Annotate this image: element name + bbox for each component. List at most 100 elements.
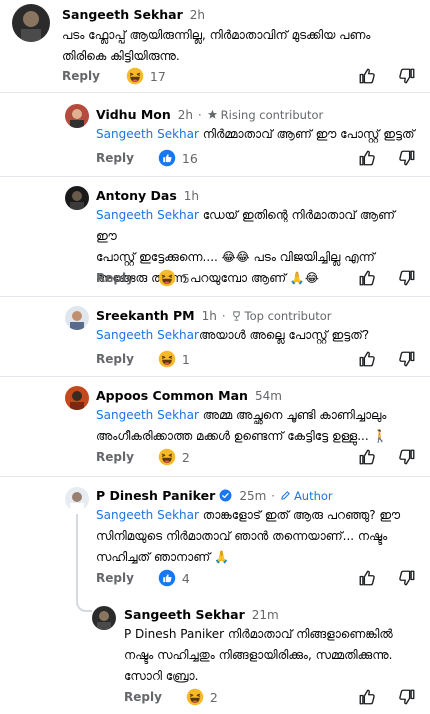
separator [0, 476, 430, 477]
avatar[interactable] [65, 386, 89, 410]
comment-author[interactable]: Sangeeth Sekhar [62, 7, 183, 22]
haha-emoji-icon [158, 448, 176, 466]
badge-label: Top contributor [244, 308, 332, 323]
avatar[interactable] [65, 306, 89, 330]
thumbs-down-outline-icon[interactable] [398, 688, 416, 706]
mention-link[interactable]: Sangeeth Sekhar [96, 508, 199, 522]
comment-author[interactable]: Sreekanth PM [96, 308, 195, 323]
reply-button[interactable]: Reply [96, 571, 134, 585]
reaction-summary[interactable]: 1 [158, 350, 190, 368]
reply-button[interactable]: Reply [62, 69, 100, 83]
avatar[interactable] [12, 4, 50, 42]
comment-time[interactable]: 54m [255, 389, 282, 403]
comment-time[interactable]: 2h [178, 108, 193, 122]
reaction-count: 16 [181, 150, 198, 166]
thumbs-down-outline-icon[interactable] [398, 569, 416, 587]
reaction-count: 2 [181, 449, 190, 465]
comment-text: പടം ഫ്ലോപ്പ് ആയിരുന്നില്ല, നിർമാതാവിന് മ… [62, 28, 371, 63]
badge-label: Rising contributor [220, 107, 324, 122]
comment-text: Sangeeth Sekhar അമ്മ അച്ഛനെ ചൂണ്ടി കാണിച… [96, 405, 416, 447]
reaction-summary[interactable]: 16 [158, 149, 198, 167]
mention-link[interactable]: Sangeeth Sekhar [96, 208, 199, 222]
thread-line [76, 514, 78, 600]
author-badge: · Author [271, 488, 333, 503]
mention-link[interactable]: Sangeeth Sekhar [96, 127, 199, 141]
reaction-count: 4 [181, 570, 190, 586]
thumbs-down-outline-icon[interactable] [398, 448, 416, 466]
reaction-summary[interactable]: 17 [126, 67, 166, 85]
separator [0, 376, 430, 377]
like-reaction-icon [158, 149, 176, 167]
reaction-count: 1 [181, 351, 190, 367]
separator [0, 296, 430, 297]
star-icon [207, 109, 217, 119]
comment-text: Sangeeth Sekharഅയാൾ അല്ലെ പോസ്റ്റ് ഇട്ടത… [96, 325, 416, 346]
avatar[interactable] [65, 104, 89, 128]
comment-text-line: അംഗീകരിക്കാത്ത മക്കൾ ഉണ്ടെന്ന് കേട്ടിട്ട… [96, 429, 388, 443]
reply-button[interactable]: Reply [96, 352, 134, 366]
haha-emoji-icon [126, 67, 144, 85]
comment-author[interactable]: Antony Das [96, 188, 177, 203]
thumbs-up-outline-icon[interactable] [358, 569, 376, 587]
badge-label: Author [293, 488, 333, 503]
trophy-icon [232, 310, 240, 321]
reaction-count: 17 [149, 68, 166, 84]
reaction-summary[interactable]: 4 [158, 569, 190, 587]
reaction-summary[interactable]: 5 [158, 269, 190, 287]
avatar[interactable] [65, 186, 89, 210]
comment-text-content: നിർമ്മാതാവ് ആണ് ഈ പോസ്റ്റ് ഇട്ടത് [198, 127, 415, 141]
comment-time[interactable]: 1h [202, 309, 217, 323]
comment-text-line: താങ്കളോട് ഇത് ആരു പറഞ്ഞു? ഈ [198, 508, 401, 522]
comment-text-line: സോറി ബ്രോ. [124, 669, 199, 683]
comment-time[interactable]: 1h [184, 189, 199, 203]
thumbs-down-outline-icon[interactable] [398, 67, 416, 85]
haha-emoji-icon [158, 269, 176, 287]
thumbs-up-outline-icon[interactable] [358, 448, 376, 466]
thumbs-up-outline-icon[interactable] [358, 688, 376, 706]
comment-text-line: അമ്മ അച്ഛനെ ചൂണ്ടി കാണിച്ചാലും [198, 408, 387, 422]
thumbs-down-outline-icon[interactable] [398, 149, 416, 167]
comment-author[interactable]: Sangeeth Sekhar [124, 607, 245, 622]
reply-button[interactable]: Reply [96, 271, 134, 285]
like-reaction-icon [158, 569, 176, 587]
pencil-icon [281, 491, 290, 500]
mention-link[interactable]: Sangeeth Sekhar [96, 328, 199, 342]
thumbs-up-outline-icon[interactable] [358, 269, 376, 287]
separator [0, 92, 430, 93]
reply-button[interactable]: Reply [96, 450, 134, 464]
comment-text-line: സഹിച്ചത് ഞാനാണ് 🙏 [96, 550, 230, 564]
avatar[interactable] [65, 487, 89, 511]
mention-link[interactable]: Sangeeth Sekhar [96, 408, 199, 422]
comment-author[interactable]: P Dinesh Paniker [96, 488, 215, 503]
haha-emoji-icon [158, 350, 176, 368]
reaction-summary[interactable]: 2 [186, 688, 218, 706]
thumbs-up-outline-icon[interactable] [358, 350, 376, 368]
reaction-count: 2 [209, 689, 218, 705]
separator [0, 176, 430, 177]
reply-button[interactable]: Reply [96, 151, 134, 165]
comment-text-content: അയാൾ അല്ലെ പോസ്റ്റ് ഇട്ടത്? [198, 328, 370, 342]
thumbs-up-outline-icon[interactable] [358, 67, 376, 85]
comment-text-line: സിനിമയുടെ നിർമാതാവ് ഞാൻ തന്നെയാണ്... നഷ്… [96, 529, 388, 543]
avatar[interactable] [92, 606, 116, 630]
thumbs-down-outline-icon[interactable] [398, 269, 416, 287]
comment-text-line: നഷ്ടം സഹിച്ചതും നിങ്ങളായിരിക്കും, സമ്മതി… [124, 648, 393, 662]
comment-text: Sangeeth Sekhar നിർമ്മാതാവ് ആണ് ഈ പോസ്റ്… [96, 124, 416, 145]
contributor-badge: · Rising contributor [198, 107, 324, 122]
thread-connector [76, 598, 92, 612]
comment-author[interactable]: Vidhu Mon [96, 107, 171, 122]
comment-text-line: P Dinesh Paniker നിർമാതാവ് നിങ്ങളാണെങ്കി… [124, 627, 393, 641]
thumbs-up-outline-icon[interactable] [358, 149, 376, 167]
reaction-count: 5 [181, 270, 190, 286]
comment-time[interactable]: 25m [239, 489, 266, 503]
comment-time[interactable]: 21m [252, 608, 279, 622]
comment-author[interactable]: Appoos Common Man [96, 388, 248, 403]
comment-text: P Dinesh Paniker നിർമാതാവ് നിങ്ങളാണെങ്കി… [124, 624, 424, 687]
thumbs-down-outline-icon[interactable] [398, 350, 416, 368]
reply-button[interactable]: Reply [124, 690, 162, 704]
verified-badge-icon [219, 489, 232, 502]
haha-emoji-icon [186, 688, 204, 706]
contributor-badge: · Top contributor [221, 308, 332, 323]
comment-time[interactable]: 2h [190, 8, 205, 22]
reaction-summary[interactable]: 2 [158, 448, 190, 466]
